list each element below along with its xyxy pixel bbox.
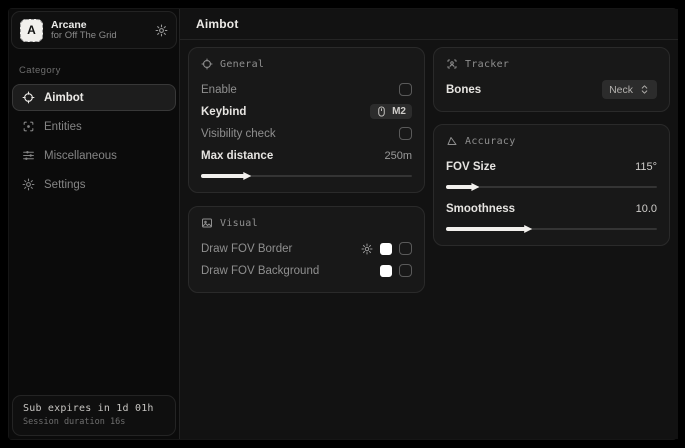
fov-size-slider[interactable]	[446, 182, 657, 192]
sidebar-item-aimbot[interactable]: Aimbot	[12, 84, 176, 111]
keybind-row: Keybind M2	[201, 101, 412, 122]
keybind-value: M2	[392, 106, 406, 117]
app-window: A Arcane for Off The Grid Category	[8, 8, 677, 440]
sidebar-item-label: Aimbot	[44, 92, 84, 104]
accuracy-card-title: Accuracy	[465, 136, 516, 147]
slider-fill	[446, 185, 473, 189]
brand-gear-icon[interactable]	[155, 24, 168, 37]
sub-expiry-text: Sub expires in 1d 01h	[23, 403, 165, 414]
draw-fov-background-controls	[380, 264, 412, 277]
crosshair-icon	[201, 58, 213, 70]
user-scan-icon	[446, 58, 458, 70]
fov-size-row: FOV Size 115°	[446, 156, 657, 177]
max-distance-slider[interactable]	[201, 171, 412, 181]
brand-card: A Arcane for Off The Grid	[11, 11, 177, 49]
page-title: Aimbot	[196, 17, 239, 31]
slider-thumb[interactable]	[524, 225, 532, 233]
right-column: Tracker Bones Neck	[433, 47, 670, 246]
draw-fov-border-label: Draw FOV Border	[201, 243, 292, 255]
max-distance-label: Max distance	[201, 150, 273, 162]
draw-fov-background-label: Draw FOV Background	[201, 265, 319, 277]
fov-border-color-swatch[interactable]	[380, 243, 392, 255]
tracker-card-title: Tracker	[465, 59, 509, 70]
general-card-title: General	[220, 59, 264, 70]
keybind-label: Keybind	[201, 106, 246, 118]
smoothness-row: Smoothness 10.0	[446, 198, 657, 219]
gear-icon	[22, 178, 35, 191]
slider-thumb[interactable]	[471, 183, 479, 191]
enable-row: Enable	[201, 79, 412, 100]
slider-thumb[interactable]	[243, 172, 251, 180]
app-subtitle: for Off The Grid	[51, 31, 147, 42]
scan-icon	[22, 120, 35, 133]
app-logo: A	[20, 19, 43, 42]
bones-row: Bones Neck	[446, 79, 657, 100]
sidebar-item-label: Settings	[44, 179, 86, 191]
sidebar-spacer	[11, 198, 177, 389]
draw-fov-border-controls	[361, 242, 412, 255]
max-distance-row: Max distance 250m	[201, 145, 412, 166]
max-distance-value: 250m	[384, 150, 412, 162]
bones-label: Bones	[446, 84, 481, 96]
image-icon	[201, 217, 213, 229]
visual-card: Visual Draw FOV Border	[188, 206, 425, 293]
fov-background-color-swatch[interactable]	[380, 265, 392, 277]
sliders-icon	[22, 149, 35, 162]
sidebar-item-settings[interactable]: Settings	[12, 171, 176, 198]
bones-selected-value: Neck	[609, 84, 633, 96]
fov-size-value: 115°	[635, 161, 657, 173]
main-header: Aimbot	[180, 9, 678, 40]
sidebar-item-label: Miscellaneous	[44, 150, 117, 162]
draw-fov-border-row: Draw FOV Border	[201, 238, 412, 259]
keybind-badge[interactable]: M2	[370, 104, 412, 119]
visual-card-title: Visual	[220, 218, 258, 229]
enable-label: Enable	[201, 84, 237, 96]
fov-border-checkbox[interactable]	[399, 242, 412, 255]
visibility-check-label: Visibility check	[201, 128, 276, 140]
sidebar-item-entities[interactable]: Entities	[12, 113, 176, 140]
fov-background-checkbox[interactable]	[399, 264, 412, 277]
smoothness-slider[interactable]	[446, 224, 657, 234]
main-panel: Aimbot General	[180, 9, 678, 439]
category-label: Category	[19, 65, 169, 76]
fov-border-settings-gear-icon[interactable]	[361, 243, 373, 255]
left-column: General Enable Keybind	[188, 47, 425, 293]
tracker-card-header: Tracker	[446, 58, 657, 70]
session-duration-text: Session duration 16s	[23, 417, 165, 427]
sidebar: A Arcane for Off The Grid Category	[9, 9, 180, 439]
visibility-check-checkbox[interactable]	[399, 127, 412, 140]
bones-dropdown[interactable]: Neck	[602, 80, 657, 99]
app-name: Arcane	[51, 19, 147, 31]
triangle-icon	[446, 135, 458, 147]
enable-checkbox[interactable]	[399, 83, 412, 96]
accuracy-card-header: Accuracy	[446, 135, 657, 147]
subscription-status-card: Sub expires in 1d 01h Session duration 1…	[12, 395, 176, 436]
sidebar-item-miscellaneous[interactable]: Miscellaneous	[12, 142, 176, 169]
brand-text: Arcane for Off The Grid	[51, 19, 147, 42]
chevrons-up-down-icon	[639, 84, 650, 95]
app-screen: A Arcane for Off The Grid Category	[0, 0, 685, 448]
sidebar-nav: Aimbot Entities	[11, 84, 177, 198]
draw-fov-background-row: Draw FOV Background	[201, 260, 412, 281]
visual-card-header: Visual	[201, 217, 412, 229]
general-card: General Enable Keybind	[188, 47, 425, 193]
smoothness-value: 10.0	[636, 203, 657, 215]
smoothness-label: Smoothness	[446, 203, 515, 215]
mouse-icon	[376, 106, 387, 117]
content-area: General Enable Keybind	[180, 40, 678, 439]
crosshair-icon	[22, 91, 35, 104]
sidebar-item-label: Entities	[44, 121, 82, 133]
accuracy-card: Accuracy FOV Size 115° Smoothness	[433, 124, 670, 246]
fov-size-label: FOV Size	[446, 161, 496, 173]
general-card-header: General	[201, 58, 412, 70]
slider-fill	[446, 227, 526, 231]
visibility-check-row: Visibility check	[201, 123, 412, 144]
slider-fill	[201, 174, 245, 178]
tracker-card: Tracker Bones Neck	[433, 47, 670, 112]
